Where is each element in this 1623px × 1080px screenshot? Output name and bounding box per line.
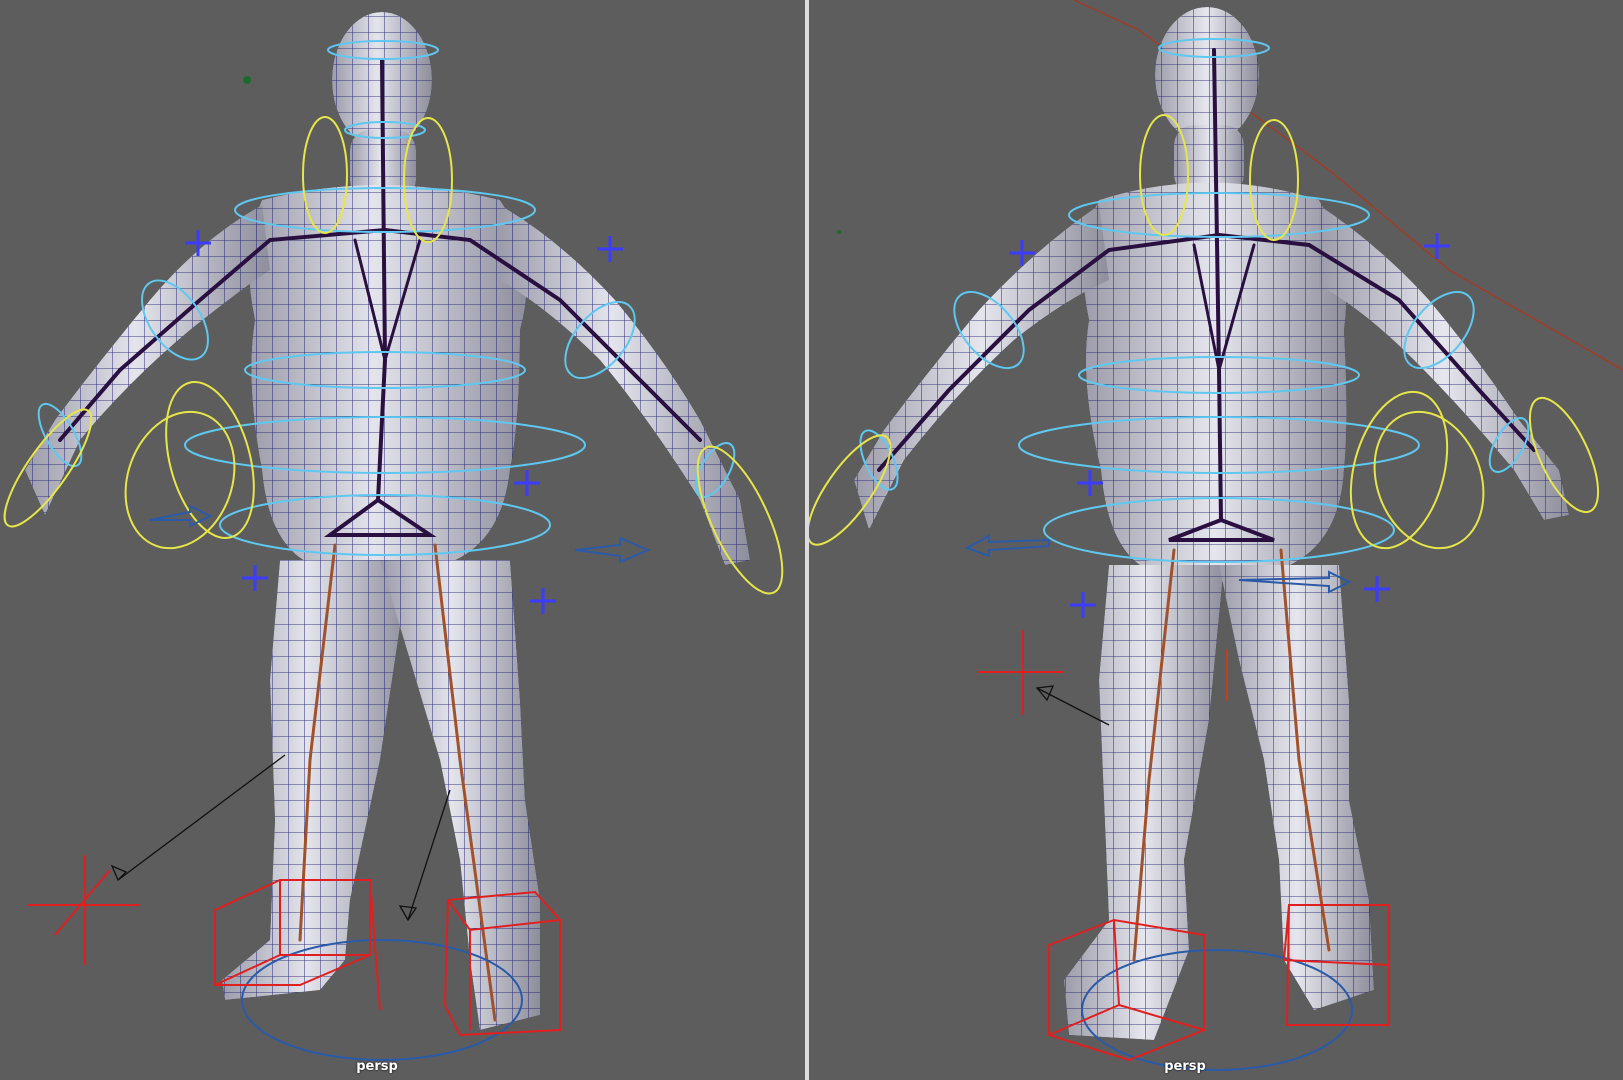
viewport-front[interactable]: persp — [0, 0, 805, 1080]
scene-back[interactable] — [809, 0, 1623, 1080]
scene-front[interactable] — [0, 0, 805, 1080]
green-marker-icon — [243, 76, 251, 84]
maya-dual-viewport: persp persp — [0, 0, 1623, 1080]
pole-vector-lines-back — [1035, 685, 1110, 726]
green-marker-icon — [837, 230, 841, 234]
camera-label-back: persp — [1164, 1059, 1206, 1074]
character-mesh-front[interactable] — [25, 12, 750, 1030]
viewport-back[interactable]: persp — [809, 0, 1623, 1080]
cross-locator-icon[interactable] — [977, 630, 1063, 715]
camera-label-front: persp — [356, 1059, 398, 1074]
